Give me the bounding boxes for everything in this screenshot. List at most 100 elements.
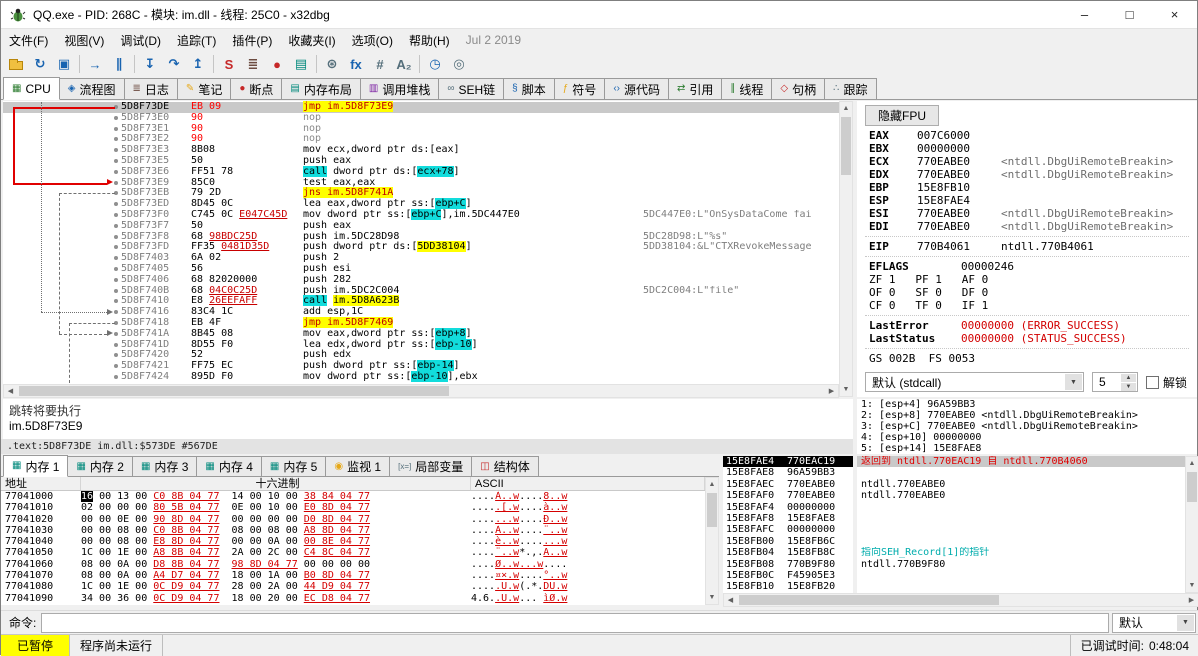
argument-count-spinner[interactable]: 5 ▲▼	[1092, 372, 1138, 392]
memory-row[interactable]: 7704104000 00 08 00 E8 8D 04 77 00 00 0A…	[1, 536, 705, 547]
tab-symbols[interactable]: ƒ符号	[554, 78, 606, 99]
memory-row[interactable]: 770410801C 00 1E 00 0C D9 04 77 28 00 2A…	[1, 581, 705, 592]
scroll-thumb[interactable]	[841, 117, 851, 175]
scroll-up-arrow[interactable]: ▲	[1186, 457, 1198, 470]
tab-script[interactable]: §脚本	[503, 78, 555, 99]
tab-handles[interactable]: ◇句柄	[771, 78, 825, 99]
disasm-row[interactable]: 5D8F740668 82020000push 282	[3, 275, 839, 286]
menu-item[interactable]: 调试(D)	[112, 29, 169, 52]
menu-item[interactable]: 插件(P)	[224, 29, 280, 52]
stack-row[interactable]: 15E8FB1015E8FB20	[723, 581, 853, 592]
settings-button[interactable]: ⊛	[320, 53, 344, 75]
scroll-left-arrow[interactable]: ◀	[4, 385, 17, 397]
stack-row[interactable]: 15E8FB0415E8FB8C	[723, 547, 853, 558]
argument-row[interactable]: 3: [esp+C] 770EABE0 <ntdll.DbgUiRemoteBr…	[857, 421, 1197, 432]
close-debuggee-button[interactable]: ▣	[52, 53, 76, 75]
scroll-down-arrow[interactable]: ▼	[706, 591, 718, 604]
memory-row[interactable]: 7704107008 00 0A 00 A4 D7 04 77 18 00 1A…	[1, 570, 705, 581]
tab-locals[interactable]: [x=]局部变量	[389, 456, 472, 476]
memory-row[interactable]: 7704101002 00 00 00 80 5B 04 77 0E 00 10…	[1, 502, 705, 513]
menu-item[interactable]: 收藏夹(I)	[280, 29, 343, 52]
scylla-button[interactable]: S	[217, 53, 241, 75]
disassembly-vertical-scrollbar[interactable]: ▲ ▼	[839, 101, 853, 397]
command-history-select[interactable]: 默认 ▼	[1112, 613, 1196, 633]
timing-clock-button[interactable]: ◷	[423, 53, 447, 75]
stack-row[interactable]: 15E8FAF0770EABE0	[723, 490, 853, 501]
stack-comment[interactable]	[857, 581, 1185, 592]
tab-graph[interactable]: ◈流程图	[59, 78, 125, 99]
memory-row[interactable]: 7704109034 00 36 00 0C D9 04 77 18 00 20…	[1, 593, 705, 604]
flags-row[interactable]: OF 0 SF 0 DF 0	[857, 286, 1197, 299]
scroll-thumb[interactable]	[739, 595, 999, 605]
step-into-button[interactable]: ↧	[138, 53, 162, 75]
register-row[interactable]: EBX00000000	[857, 142, 1197, 155]
open-file-button[interactable]	[4, 53, 28, 75]
argument-row[interactable]: 1: [esp+4] 96A59BB3	[857, 399, 1197, 410]
memory-row[interactable]: 7704106008 00 0A 00 D8 8B 04 77 98 8D 04…	[1, 559, 705, 570]
menu-item[interactable]: 视图(V)	[56, 29, 112, 52]
register-row[interactable]: EAX007C6000	[857, 129, 1197, 142]
scroll-thumb[interactable]	[1187, 472, 1197, 502]
tab-seh[interactable]: ∞SEH链	[438, 78, 504, 99]
chevron-down-icon[interactable]: ▼	[1065, 374, 1082, 390]
stack-comment[interactable]	[857, 513, 1185, 524]
menu-item[interactable]: 帮助(H)	[401, 29, 458, 52]
scroll-thumb[interactable]	[19, 386, 449, 396]
stack-comments-pane[interactable]: 返回到 ntdll.770EAC19 自 ntdll.770B4060 ntdll…	[857, 456, 1185, 593]
close-window-button[interactable]: ×	[1152, 1, 1197, 28]
scroll-right-arrow[interactable]: ▶	[825, 385, 838, 397]
tab-cpu[interactable]: ▦CPU	[3, 77, 60, 100]
register-row[interactable]: EBP15E8FB10	[857, 181, 1197, 194]
stack-comment[interactable]: 返回到 ntdll.770EAC19 自 ntdll.770B4060	[857, 456, 1185, 467]
flags-row[interactable]: CF 0 TF 0 IF 1	[857, 299, 1197, 312]
search-button[interactable]: ◎	[447, 53, 471, 75]
log-button[interactable]: ≣	[241, 53, 265, 75]
disassembly-pane[interactable]: 5D8F73DEEB 09jmp im.5D8F73E95D8F73E090no…	[3, 101, 839, 384]
memory-row[interactable]: 7704102000 00 0E 00 90 8D 04 77 00 00 00…	[1, 514, 705, 525]
memory-row[interactable]: 770410501C 00 1E 00 A8 8B 04 77 2A 00 2C…	[1, 547, 705, 558]
scroll-up-arrow[interactable]: ▲	[840, 102, 852, 115]
step-out-button[interactable]: ↥	[186, 53, 210, 75]
stack-comment[interactable]	[857, 536, 1185, 547]
tab-trace[interactable]: ∴跟踪	[824, 78, 876, 99]
disasm-row[interactable]: 5D8F73E6FF51 78call dword ptr ds:[ecx+78…	[3, 167, 839, 178]
spinner-arrows-icon[interactable]: ▲▼	[1121, 374, 1136, 390]
scroll-right-arrow[interactable]: ▶	[1185, 594, 1198, 606]
tab-memory-4[interactable]: ▦内存 4	[196, 456, 261, 476]
menu-item[interactable]: 选项(O)	[344, 29, 401, 52]
memory-row[interactable]: 7704100016 00 13 00 C0 8B 04 77 14 00 10…	[1, 491, 705, 502]
scroll-down-arrow[interactable]: ▼	[1186, 579, 1198, 592]
run-button[interactable]: →	[83, 53, 107, 75]
tab-references[interactable]: ⇄引用	[668, 78, 722, 99]
stack-row[interactable]: 15E8FAF400000000	[723, 502, 853, 513]
maximize-button[interactable]: □	[1107, 1, 1152, 28]
stack-row[interactable]: 15E8FB0015E8FB6C	[723, 536, 853, 547]
register-row[interactable]: ECX770EABE0<ntdll.DbgUiRemoteBreakin>	[857, 155, 1197, 168]
tab-memory-map[interactable]: ▤内存布局	[281, 78, 360, 99]
memory-dump-pane[interactable]: 地址 十六进制 ASCII 7704100016 00 13 00 C0 8B …	[1, 477, 705, 605]
tab-memory-5[interactable]: ▦内存 5	[261, 456, 326, 476]
argument-row[interactable]: 2: [esp+8] 770EABE0 <ntdll.DbgUiRemoteBr…	[857, 410, 1197, 421]
scroll-down-arrow[interactable]: ▼	[840, 383, 852, 396]
tab-log[interactable]: ≣日志	[124, 78, 178, 99]
menu-item[interactable]: 文件(F)	[1, 29, 56, 52]
tab-threads[interactable]: ∥线程	[721, 78, 772, 99]
register-row[interactable]: EDI770EABE0<ntdll.DbgUiRemoteBreakin>	[857, 220, 1197, 233]
stack-row[interactable]: 15E8FAEC770EABE0	[723, 479, 853, 490]
stack-comment[interactable]	[857, 502, 1185, 513]
register-row[interactable]: LastStatus00000000 (STATUS_SUCCESS)	[857, 332, 1197, 345]
registers-pane[interactable]: 隐藏FPU EAX007C6000EBX00000000ECX770EABE0<…	[857, 101, 1197, 397]
stack-comment[interactable]: ntdll.770EABE0	[857, 490, 1185, 501]
tab-memory-1[interactable]: ▦内存 1	[3, 455, 68, 477]
register-row[interactable]: EIP770B4061ntdll.770B4061	[857, 240, 1197, 253]
stack-row[interactable]: 15E8FB08770B9F80	[723, 559, 853, 570]
tab-memory-3[interactable]: ▦内存 3	[132, 456, 197, 476]
argument-row[interactable]: 5: [esp+14] 15E8FAE8	[857, 443, 1197, 454]
tab-struct[interactable]: ◫结构体	[471, 456, 538, 476]
flags-row[interactable]: ZF 1 PF 1 AF 0	[857, 273, 1197, 286]
command-input[interactable]	[41, 613, 1109, 633]
memory-row[interactable]: 7704103000 00 08 00 C0 8B 04 77 08 00 08…	[1, 525, 705, 536]
stack-comment[interactable]: ntdll.770EABE0	[857, 479, 1185, 490]
dump-vertical-scrollbar[interactable]: ▲ ▼	[705, 477, 719, 605]
restart-button[interactable]: ↻	[28, 53, 52, 75]
